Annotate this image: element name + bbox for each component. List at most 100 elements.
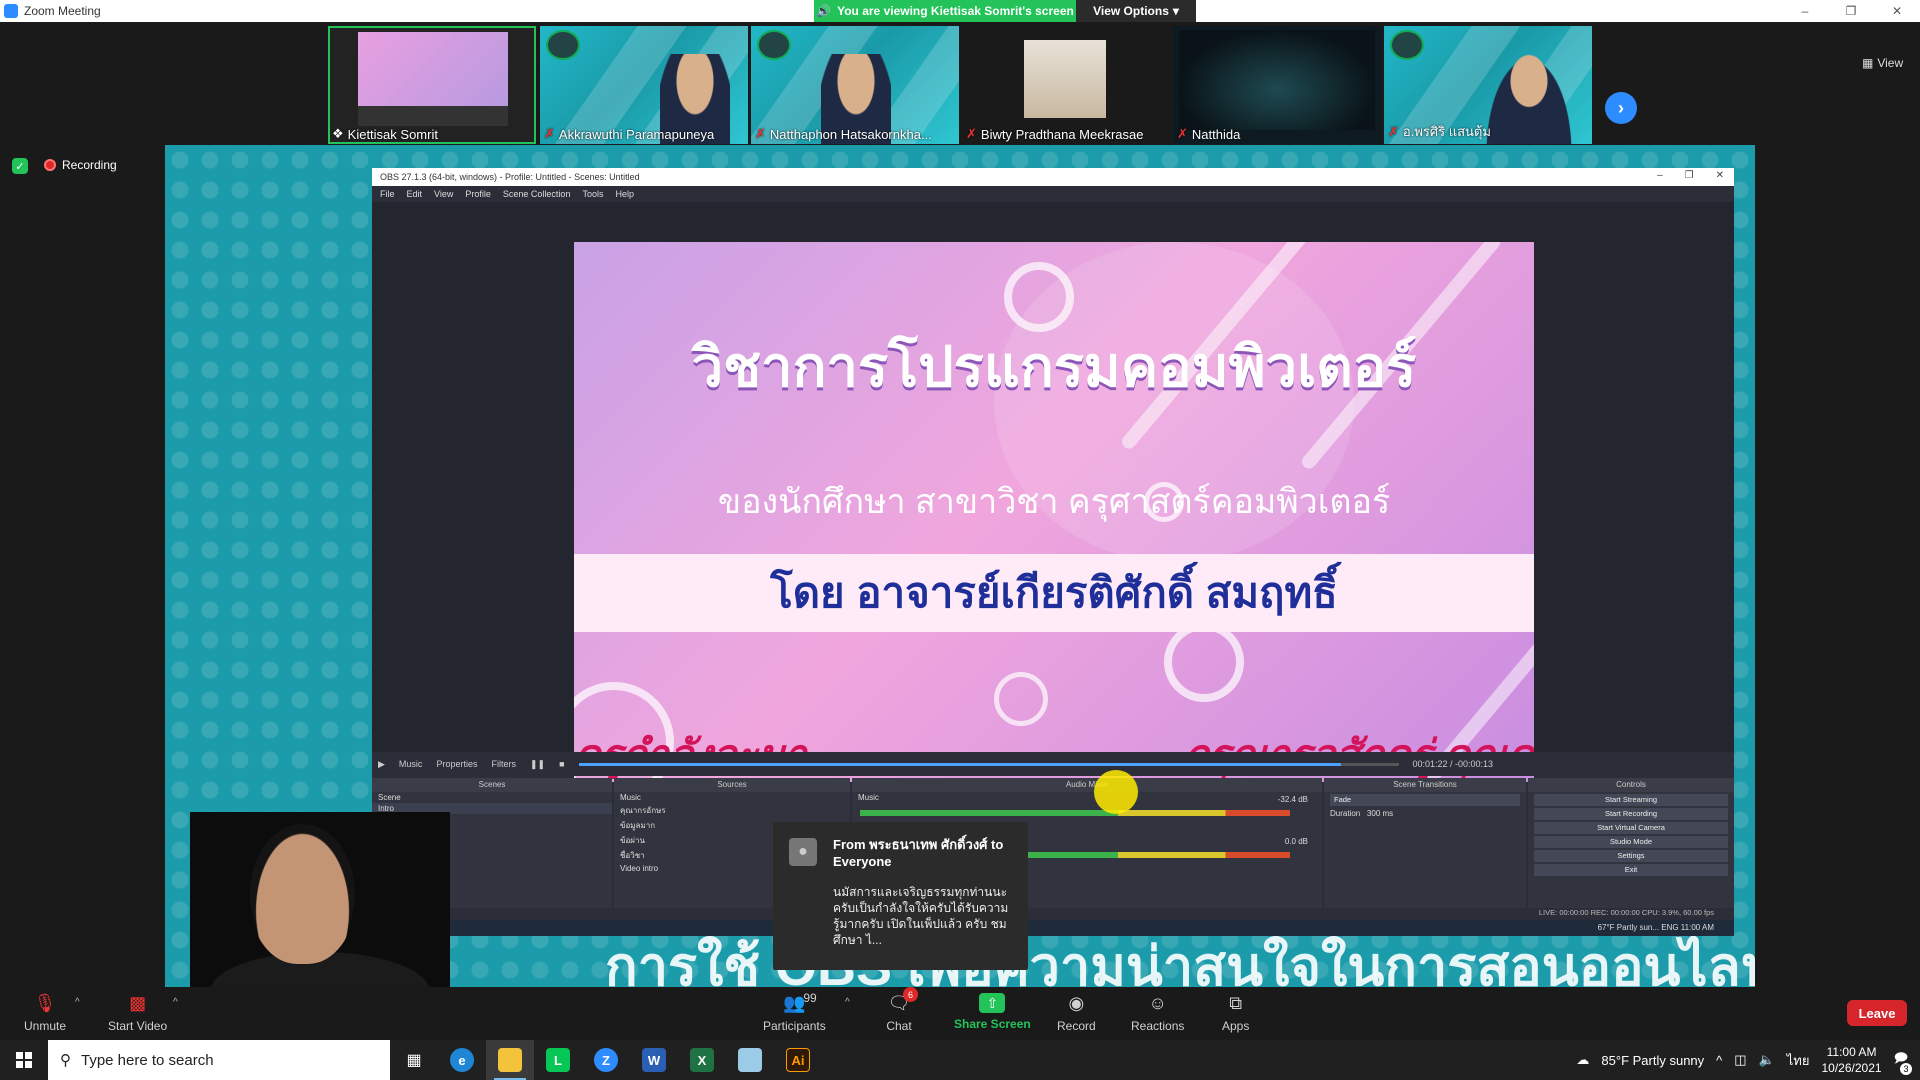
start-virtual-camera-button[interactable]: Start Virtual Camera (1534, 822, 1728, 834)
audio-db-2: 0.0 dB (1284, 837, 1308, 846)
obs-menu-file[interactable]: File (380, 189, 395, 199)
notepad-app[interactable] (726, 1040, 774, 1080)
viewing-banner-text: You are viewing Kiettisak Somrit's scree… (837, 4, 1074, 18)
leave-button[interactable]: Leave (1847, 1000, 1907, 1026)
participant-name: ✗ Natthaphon Hatsakornkha... (755, 126, 932, 142)
zoom-icon: Z (594, 1048, 618, 1072)
network-icon[interactable]: ◫ (1734, 1052, 1746, 1068)
minimize-icon[interactable]: – (1782, 0, 1828, 22)
participants-caret-icon[interactable]: ^ (845, 997, 850, 1008)
obs-window: OBS 27.1.3 (64-bit, windows) - Profile: … (372, 168, 1734, 936)
clock-time: 11:00 AM (1826, 1045, 1877, 1059)
stop-icon[interactable]: ■ (559, 759, 564, 769)
window-title: Zoom Meeting (24, 4, 101, 18)
unmute-button[interactable]: 🎙 Unmute (24, 991, 66, 1034)
record-button[interactable]: ◉ Record (1057, 991, 1096, 1034)
gallery-strip: ❖ Kiettisak Somrit ✗ Akkrawuthi Paramapune… (0, 22, 1920, 144)
play-icon[interactable]: ▶ (378, 759, 385, 770)
muted-mic-icon: ✗ (1177, 126, 1188, 141)
participant-name: ✗ อ.พรศิริ แสนตุ้ม (1388, 123, 1491, 140)
slide-title: วิชาการโปรแกรมคอมพิวเตอร์ (691, 335, 1417, 398)
edge-app[interactable]: e (438, 1040, 486, 1080)
clock-date: 10/26/2021 (1821, 1061, 1882, 1075)
start-recording-button[interactable]: Start Recording (1534, 808, 1728, 820)
participant-tile[interactable]: ✗ Akkrawuthi Paramapuneya (540, 26, 748, 144)
close-icon[interactable]: ✕ (1874, 0, 1920, 22)
notepad-icon (738, 1048, 762, 1072)
participant-tile[interactable]: ✗ Natthaphon Hatsakornkha... (751, 26, 959, 144)
weather-text[interactable]: 85°F Partly sunny (1601, 1053, 1704, 1068)
share-screen-button[interactable]: ⇧ Share Screen (954, 991, 1031, 1031)
obs-inner-taskbar: 67°F Partly sun... ENG 11:00 AM (372, 920, 1734, 936)
transition-select[interactable]: Fade (1330, 794, 1520, 806)
start-streaming-button[interactable]: Start Streaming (1534, 794, 1728, 806)
obs-properties-button[interactable]: Properties (436, 759, 477, 769)
user-avatar-icon: ● (789, 838, 817, 866)
video-off-icon: ▩ (129, 992, 147, 1013)
chevron-right-icon: › (1618, 97, 1624, 118)
obs-close-icon[interactable]: ✕ (1716, 170, 1724, 181)
presentation-slide: วิชาการโปรแกรมคอมพิวเตอร์ ของนักศึกษา สา… (574, 242, 1534, 782)
weather-icon: ☁ (1576, 1052, 1590, 1067)
chat-icon: 🗨 6 (886, 987, 918, 1015)
participants-count: 99 (803, 991, 817, 1005)
chevron-down-icon: ▾ (1172, 4, 1179, 18)
pause-icon[interactable]: ❚❚ (530, 759, 545, 770)
scene-item[interactable]: Scene (372, 792, 612, 803)
studio-mode-button[interactable]: Studio Mode (1534, 836, 1728, 848)
file-explorer-app[interactable] (486, 1040, 534, 1080)
task-view-button[interactable]: ▦ (390, 1040, 438, 1080)
settings-button[interactable]: Settings (1534, 850, 1728, 862)
reactions-icon: ☺ (1148, 992, 1167, 1013)
zoom-app[interactable]: Z (582, 1040, 630, 1080)
participant-tile[interactable]: ✗ Natthida (1173, 26, 1381, 144)
search-placeholder: Type here to search (81, 1051, 214, 1069)
participant-tile[interactable]: ❖ Kiettisak Somrit (328, 26, 536, 144)
clock[interactable]: 11:00 AM 10/26/2021 (1822, 1044, 1882, 1076)
participant-tile[interactable]: ✗ Biwty Pradthana Meekrasae (962, 26, 1170, 144)
participant-photo (1024, 40, 1106, 118)
recording-indicator[interactable]: Recording (44, 158, 117, 172)
apps-button[interactable]: ⧉ Apps (1222, 991, 1249, 1034)
obs-media-controls: ▶ Music Properties Filters ❚❚ ■ 00:01:22… (372, 752, 1734, 776)
taskbar-search[interactable]: ⚲ Type here to search (48, 1040, 390, 1080)
obs-minimize-icon[interactable]: – (1657, 170, 1663, 181)
audio-caret-icon[interactable]: ^ (75, 997, 80, 1008)
tray-caret-icon[interactable]: ^ (1716, 1053, 1722, 1068)
video-caret-icon[interactable]: ^ (173, 997, 178, 1008)
participants-button[interactable]: 👥 99 Participants (763, 991, 826, 1033)
obs-menu-profile[interactable]: Profile (465, 189, 491, 199)
obs-menu-view[interactable]: View (434, 189, 453, 199)
obs-menu-edit[interactable]: Edit (407, 189, 423, 199)
start-button[interactable] (0, 1040, 48, 1080)
word-app[interactable]: W (630, 1040, 678, 1080)
obs-title: OBS 27.1.3 (64-bit, windows) - Profile: … (380, 172, 640, 182)
view-options-button[interactable]: View Options ▾ (1076, 0, 1196, 22)
illustrator-app[interactable]: Ai (774, 1040, 822, 1080)
search-icon: ⚲ (60, 1052, 71, 1069)
gallery-next-button[interactable]: › (1605, 92, 1637, 124)
obs-restore-icon[interactable]: ❐ (1685, 170, 1694, 181)
start-video-button[interactable]: ▩ Start Video (108, 991, 167, 1034)
obs-menu-scene-collection[interactable]: Scene Collection (503, 189, 571, 199)
line-app[interactable]: L (534, 1040, 582, 1080)
restore-icon[interactable]: ❐ (1828, 0, 1874, 22)
chat-button[interactable]: 🗨 6 Chat (886, 987, 918, 1033)
source-item[interactable]: คุณากรอักษร (614, 803, 850, 818)
reactions-button[interactable]: ☺ Reactions (1131, 991, 1184, 1034)
volume-icon[interactable]: 🔈 (1759, 1052, 1775, 1068)
chat-notification[interactable]: ● From พระธนาเทพ ศักดิ์วงศ์ to Everyone … (773, 822, 1028, 970)
encryption-shield-icon[interactable]: ✓ (12, 158, 28, 174)
excel-app[interactable]: X (678, 1040, 726, 1080)
record-icon: ◉ (1068, 992, 1085, 1013)
view-button[interactable]: ▦ View (1862, 56, 1903, 70)
language-indicator[interactable]: ไทย (1787, 1050, 1810, 1071)
notifications-icon[interactable]: 🗩 3 (1894, 1049, 1912, 1075)
participant-tile[interactable]: ✗ อ.พรศิริ แสนตุ้ม (1384, 26, 1592, 144)
obs-filters-button[interactable]: Filters (491, 759, 516, 769)
source-item[interactable]: Music (614, 792, 850, 803)
exit-button[interactable]: Exit (1534, 864, 1728, 876)
obs-seek-bar[interactable] (578, 762, 1399, 766)
obs-menu-help[interactable]: Help (615, 189, 634, 199)
obs-menu-tools[interactable]: Tools (582, 189, 603, 199)
